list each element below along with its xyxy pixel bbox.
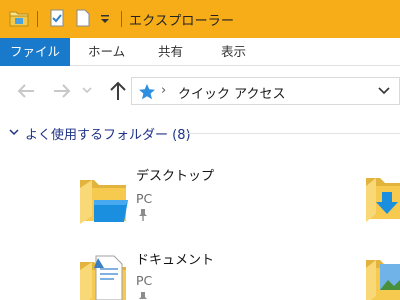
tab-share[interactable]: 共有 bbox=[154, 38, 187, 66]
section-title: よく使用するフォルダー (8) bbox=[25, 128, 191, 143]
folder-name: デスクトップ bbox=[136, 169, 215, 184]
quick-access-star-icon bbox=[138, 83, 156, 104]
file-explorer-icon[interactable] bbox=[9, 9, 29, 30]
forward-arrow-icon[interactable] bbox=[50, 79, 74, 103]
partial-pictures-folder-icon[interactable] bbox=[364, 250, 400, 300]
address-bar[interactable]: › クイック アクセス bbox=[131, 77, 400, 105]
title-bar-separator bbox=[37, 11, 38, 27]
folder-tile-documents[interactable]: ドキュメント PC bbox=[78, 244, 258, 300]
pin-icon[interactable] bbox=[137, 290, 149, 300]
desktop-folder-icon bbox=[78, 170, 130, 229]
address-path[interactable]: クイック アクセス bbox=[178, 83, 285, 102]
up-arrow-icon[interactable] bbox=[106, 79, 130, 103]
partial-downloads-folder-icon[interactable] bbox=[364, 168, 400, 227]
tab-home[interactable]: ホーム bbox=[84, 38, 129, 66]
folder-tile-desktop[interactable]: デスクトップ PC bbox=[78, 160, 258, 232]
frequent-folders-header[interactable]: よく使用するフォルダー (8) bbox=[8, 123, 400, 143]
address-history-chevron-icon[interactable] bbox=[377, 84, 391, 101]
window-title: エクスプローラー bbox=[129, 14, 235, 29]
folder-location: PC bbox=[136, 191, 153, 206]
title-bar-separator bbox=[121, 11, 122, 27]
ribbon-tabs: ファイル ホーム 共有 表示 bbox=[0, 38, 400, 66]
breadcrumb-separator-icon[interactable]: › bbox=[161, 83, 166, 98]
tab-view[interactable]: 表示 bbox=[217, 38, 250, 66]
pin-icon[interactable] bbox=[137, 208, 149, 225]
recent-locations-chevron-icon[interactable] bbox=[80, 83, 94, 107]
documents-folder-icon bbox=[78, 252, 130, 300]
new-folder-icon[interactable] bbox=[75, 9, 91, 30]
section-divider bbox=[184, 133, 400, 134]
customize-toolbar-dropdown-icon[interactable] bbox=[100, 11, 110, 28]
collapse-chevron-icon[interactable] bbox=[8, 126, 20, 141]
back-arrow-icon[interactable] bbox=[14, 79, 38, 103]
folder-name: ドキュメント bbox=[136, 253, 215, 268]
folder-location: PC bbox=[136, 273, 153, 288]
tab-file[interactable]: ファイル bbox=[0, 38, 70, 66]
properties-icon[interactable] bbox=[48, 9, 66, 30]
title-bar: エクスプローラー bbox=[0, 0, 400, 38]
